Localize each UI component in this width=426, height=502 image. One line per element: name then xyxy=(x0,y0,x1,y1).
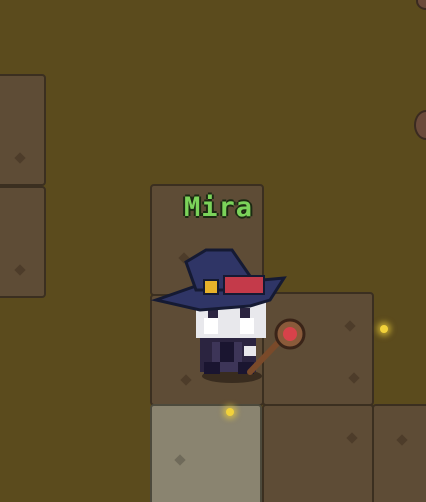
game-scene[interactable]: Mira xyxy=(0,0,426,502)
wizard-character[interactable] xyxy=(0,0,426,502)
